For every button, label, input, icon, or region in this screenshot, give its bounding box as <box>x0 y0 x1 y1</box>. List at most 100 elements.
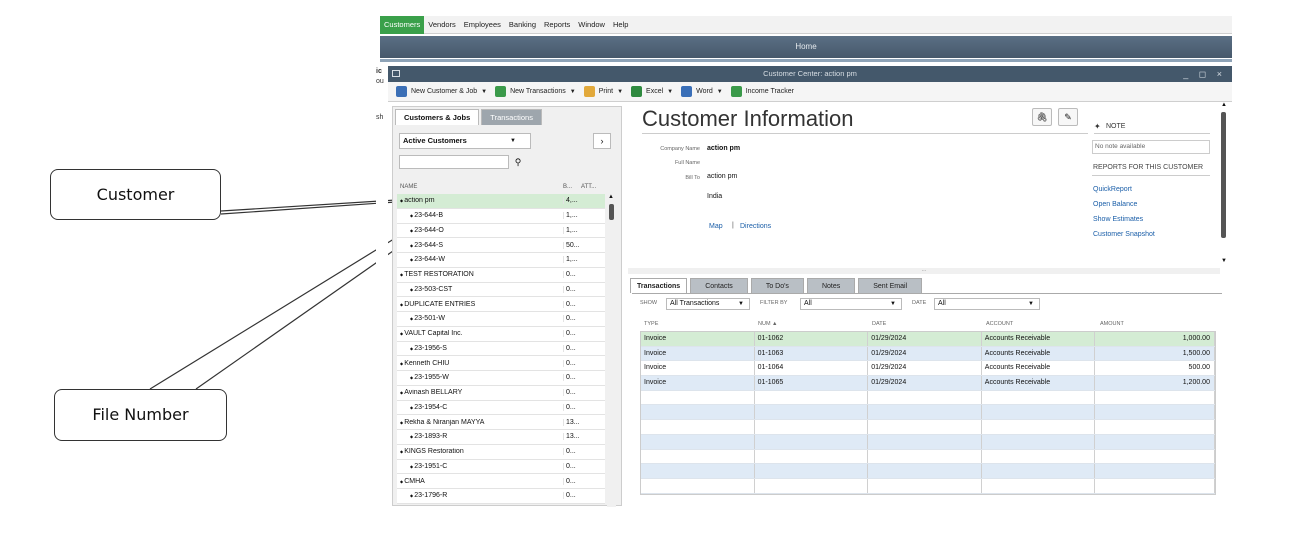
column-num[interactable]: NUM ▲ <box>754 321 868 327</box>
table-row[interactable]: ◆ Kenneth CHIU 0... <box>397 356 605 371</box>
tab-todos[interactable]: To Do's <box>750 278 804 293</box>
table-row[interactable]: ◆ DUPLICATE ENTRIES 0... <box>397 297 605 312</box>
customer-snapshot-link[interactable]: Customer Snapshot <box>1093 231 1155 238</box>
menu-reports[interactable]: Reports <box>540 16 574 34</box>
customer-balance: 0... <box>563 389 581 397</box>
menu-help[interactable]: Help <box>609 16 632 34</box>
customer-balance: 50... <box>563 241 581 249</box>
pencil-icon: ✎ <box>1064 112 1072 122</box>
cell-account: Accounts Receivable <box>982 361 1096 376</box>
print-button[interactable]: Print ▼ <box>583 86 623 97</box>
column-date[interactable]: DATE <box>868 321 982 327</box>
table-row[interactable]: ◆ 23-1956-S 0... <box>397 341 605 357</box>
table-row[interactable]: ◆ 23-644-B 1,... <box>397 208 605 224</box>
column-amount[interactable]: AMOUNT <box>1096 321 1210 327</box>
note-box[interactable]: No note available <box>1092 140 1210 154</box>
column-type[interactable]: TYPE <box>640 321 754 327</box>
open-balance-link[interactable]: Open Balance <box>1093 201 1137 208</box>
window-controls[interactable]: _ ◻ × <box>1183 66 1226 82</box>
scrollbar-thumb[interactable] <box>1221 112 1226 238</box>
word-button[interactable]: Word ▼ <box>681 86 723 97</box>
menu-employees[interactable]: Employees <box>460 16 505 34</box>
tab-notes[interactable]: Notes <box>806 278 856 293</box>
tab-transactions-detail[interactable]: Transactions <box>630 278 688 293</box>
home-bar[interactable]: Home <box>380 36 1232 58</box>
scroll-down-icon[interactable]: ▼ <box>1221 258 1227 264</box>
map-link[interactable]: Map <box>709 223 723 230</box>
menu-window[interactable]: Window <box>574 16 609 34</box>
customer-filter-select[interactable]: Active Customers ▼ <box>399 133 531 149</box>
table-row[interactable]: ◆ KINGS Restoration 0... <box>397 444 605 460</box>
table-row[interactable]: ◆ 23-1796-R 0... <box>397 489 605 504</box>
table-row[interactable]: ◆ 23-1954-C 0... <box>397 400 605 416</box>
table-row[interactable]: Invoice 01-1062 01/29/2024 Accounts Receiva… <box>641 332 1215 347</box>
scroll-up-icon[interactable]: ▲ <box>608 194 614 200</box>
table-row[interactable]: ◆ 23-1951-C 0... <box>397 459 605 475</box>
panel-splitter[interactable]: ... <box>628 267 1220 274</box>
attach-button[interactable]: 🖇 <box>1032 108 1052 126</box>
info-scrollbar[interactable]: ▲ ▼ <box>1220 102 1228 268</box>
date-select[interactable]: All ▼ <box>934 298 1040 310</box>
table-row[interactable]: ◆ VAULT Capital Inc. 0... <box>397 326 605 342</box>
edit-button[interactable]: ✎ <box>1058 108 1078 126</box>
menu-banking[interactable]: Banking <box>505 16 540 34</box>
pin-icon: ✦ <box>1094 122 1101 131</box>
bill-to-country: India <box>707 193 723 200</box>
search-icon[interactable]: ⚲ <box>511 155 525 169</box>
column-name[interactable]: NAME <box>397 184 563 190</box>
menu-vendors[interactable]: Vendors <box>424 16 460 34</box>
excel-button[interactable]: Excel ▼ <box>631 86 673 97</box>
column-balance[interactable]: B... <box>563 184 581 190</box>
table-row[interactable]: ◆ 23-644-O 1,... <box>397 223 605 239</box>
note-heading: NOTE <box>1106 123 1126 130</box>
table-row[interactable]: ◆ action pm 4,... <box>397 194 605 209</box>
new-customer-job-button[interactable]: New Customer & Job ▼ <box>396 86 487 97</box>
customer-search-input[interactable] <box>399 155 509 169</box>
table-row[interactable]: ◆ 23-1893-R 13... <box>397 430 605 445</box>
table-row[interactable]: Invoice 01-1064 01/29/2024 Accounts Receiva… <box>641 361 1215 377</box>
customer-name: ◆ 23-644-O <box>397 227 563 234</box>
filter-by-select[interactable]: All ▼ <box>800 298 902 310</box>
show-select[interactable]: All Transactions ▼ <box>666 298 750 310</box>
tab-transactions[interactable]: Transactions <box>481 109 542 125</box>
customer-balance: 1,... <box>563 256 581 264</box>
quickreport-link[interactable]: QuickReport <box>1093 186 1132 193</box>
customer-name-text: TEST RESTORATION <box>404 271 474 279</box>
customer-balance: 0... <box>563 300 581 308</box>
customer-list-scrollbar[interactable]: ▲ <box>607 194 616 507</box>
customer-list-panel: Customers & Jobs Transactions Active Cus… <box>392 106 622 507</box>
window-menu-icon[interactable] <box>392 70 400 77</box>
table-row[interactable]: Invoice 01-1063 01/29/2024 Accounts Receiva… <box>641 346 1215 362</box>
tab-customers-jobs[interactable]: Customers & Jobs <box>395 109 480 125</box>
cell-type: Invoice <box>641 332 755 346</box>
window-title: Customer Center: action pm <box>763 69 857 78</box>
table-row[interactable]: ◆ TEST RESTORATION 0... <box>397 267 605 283</box>
print-label: Print <box>598 88 614 95</box>
new-transactions-button[interactable]: New Transactions ▼ <box>495 86 576 97</box>
table-row[interactable]: ◆ 23-501-W 0... <box>397 312 605 327</box>
income-tracker-button[interactable]: Income Tracker <box>730 86 794 97</box>
expand-panel-button[interactable]: › <box>593 133 611 149</box>
table-row[interactable]: ◆ 23-1955-W 0... <box>397 371 605 386</box>
menu-customers[interactable]: Customers <box>380 15 425 34</box>
column-account[interactable]: ACCOUNT <box>982 321 1096 327</box>
tab-sent-email[interactable]: Sent Email <box>858 278 923 293</box>
table-row[interactable]: ◆ 23-644-W 1,... <box>397 253 605 268</box>
directions-link[interactable]: Directions <box>740 223 771 230</box>
show-estimates-link[interactable]: Show Estimates <box>1093 216 1143 223</box>
cell-amount: 1,200.00 <box>1095 376 1215 390</box>
customer-filter-value: Active Customers <box>403 136 467 145</box>
table-row[interactable]: ◆ Rekha & Niranjan MAYYA 13... <box>397 415 605 430</box>
file-number-callout: File Number <box>54 389 227 441</box>
tab-contacts[interactable]: Contacts <box>690 278 748 293</box>
scroll-up-icon[interactable]: ▲ <box>1221 102 1227 108</box>
table-row[interactable]: ◆ CMHA 0... <box>397 474 605 489</box>
customer-list-header: NAME B... ATT... <box>397 181 609 193</box>
column-attach[interactable]: ATT... <box>581 184 609 190</box>
scrollbar-thumb[interactable] <box>609 204 614 220</box>
table-row[interactable]: ◆ 23-503-CST 0... <box>397 282 605 298</box>
table-row[interactable]: ◆ 23-644-S 50... <box>397 238 605 253</box>
customer-information-panel: Customer Information 🖇 ✎ Company Name ac… <box>628 102 1220 268</box>
table-row[interactable]: ◆ Avinash BELLARY 0... <box>397 385 605 401</box>
table-row[interactable]: Invoice 01-1065 01/29/2024 Accounts Receiva… <box>641 376 1215 391</box>
